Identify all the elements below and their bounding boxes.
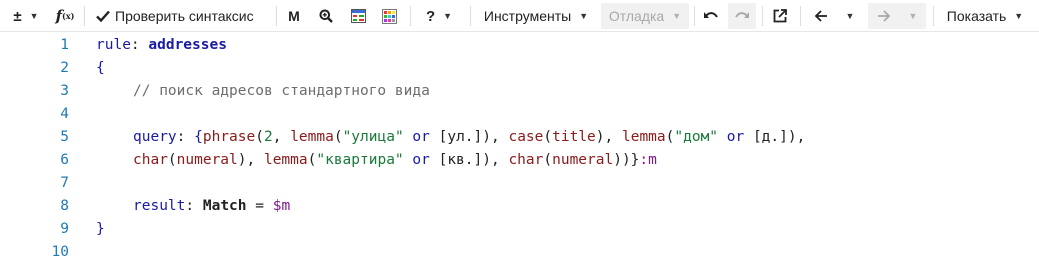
show-label: Показать bbox=[946, 8, 1007, 24]
line-number: 4 bbox=[60, 106, 69, 122]
chevron-down-icon: ▼ bbox=[29, 11, 39, 21]
checkmark-icon bbox=[96, 10, 110, 22]
editor-toolbar: ± ▼ ff(x)(x) Проверить синтаксис M bbox=[0, 0, 1039, 32]
search-zoom-icon bbox=[319, 9, 333, 23]
code-text: char(numeral), lemma("квартира" or [кв.]… bbox=[133, 152, 657, 168]
debug-label: Отладка bbox=[608, 8, 665, 24]
line-number: 2 bbox=[60, 60, 69, 76]
back-dropdown[interactable]: ▼ bbox=[806, 0, 862, 32]
code-line: 9 } bbox=[0, 218, 1039, 241]
tools-label: Инструменты bbox=[483, 8, 572, 24]
code-line: 4 bbox=[0, 103, 1039, 126]
code-line: 6 char(numeral), lemma("квартира" or [кв… bbox=[0, 149, 1039, 172]
code-line: 3 // поиск адресов стандартного вида bbox=[0, 80, 1039, 103]
redo-icon bbox=[734, 10, 750, 22]
redo-button[interactable] bbox=[728, 3, 756, 29]
help-dropdown[interactable]: ? ▼ bbox=[418, 0, 460, 32]
toolbar-divider bbox=[933, 6, 934, 26]
line-number: 7 bbox=[60, 175, 69, 191]
show-dropdown[interactable]: Показать ▼ bbox=[938, 0, 1032, 32]
m-label: M bbox=[288, 8, 300, 24]
insert-dropdown[interactable]: ± ▼ bbox=[6, 0, 46, 32]
toolbar-divider bbox=[410, 6, 411, 26]
check-syntax-button[interactable]: Проверить синтаксис bbox=[92, 0, 268, 32]
toolbar-divider bbox=[276, 6, 277, 26]
arrow-right-icon bbox=[877, 10, 891, 22]
toolbar-divider bbox=[694, 6, 695, 26]
code-line: 2 { bbox=[0, 57, 1039, 80]
function-icon: ff(x)(x) bbox=[55, 7, 75, 25]
chevron-down-icon: ▼ bbox=[908, 11, 918, 21]
chevron-down-icon: ▼ bbox=[579, 11, 589, 21]
code-text: { bbox=[96, 60, 105, 76]
code-comment: // поиск адресов стандартного вида bbox=[133, 83, 430, 99]
code-line: 10 bbox=[0, 241, 1039, 264]
grid-color-icon bbox=[350, 9, 366, 23]
external-link-icon bbox=[773, 9, 787, 23]
toolbar-divider bbox=[800, 6, 801, 26]
line-number: 5 bbox=[60, 129, 69, 145]
line-number: 8 bbox=[60, 198, 69, 214]
line-number: 3 bbox=[60, 83, 69, 99]
code-text: result: Match = $m bbox=[133, 198, 291, 214]
help-icon: ? bbox=[425, 7, 436, 25]
function-button[interactable]: ff(x)(x) bbox=[52, 0, 78, 32]
toolbar-divider bbox=[84, 6, 85, 26]
code-editor[interactable]: 1 rule: addresses 2 { 3 // поиск адресов… bbox=[0, 34, 1039, 268]
code-text: rule: addresses bbox=[96, 37, 227, 53]
code-line: 5 query: {phrase(2, lemma("улица" or [ул… bbox=[0, 126, 1039, 149]
toolbar-divider bbox=[470, 6, 471, 26]
chevron-down-icon: ▼ bbox=[672, 11, 682, 21]
check-syntax-label: Проверить синтаксис bbox=[115, 8, 254, 24]
line-number: 10 bbox=[51, 244, 69, 260]
tools-dropdown[interactable]: Инструменты ▼ bbox=[476, 0, 596, 32]
code-line: 1 rule: addresses bbox=[0, 34, 1039, 57]
code-line: 8 result: Match = $m bbox=[0, 195, 1039, 218]
debug-dropdown[interactable]: Отладка ▼ bbox=[601, 3, 689, 29]
palette-icon bbox=[381, 8, 397, 24]
chevron-down-icon: ▼ bbox=[845, 11, 855, 21]
line-number: 1 bbox=[60, 37, 69, 53]
zoom-search-button[interactable] bbox=[314, 0, 338, 32]
arrow-left-icon bbox=[814, 10, 828, 22]
line-number: 9 bbox=[60, 221, 69, 237]
line-number: 6 bbox=[60, 152, 69, 168]
palette-button[interactable] bbox=[377, 0, 401, 32]
chevron-down-icon: ▼ bbox=[1014, 11, 1024, 21]
grid-color-button[interactable] bbox=[346, 0, 370, 32]
code-text: query: {phrase(2, lemma("улица" or [ул.]… bbox=[133, 129, 806, 145]
m-button[interactable]: M bbox=[282, 0, 306, 32]
code-text: } bbox=[96, 221, 105, 237]
forward-dropdown[interactable]: ▼ bbox=[868, 3, 926, 29]
code-line: 7 bbox=[0, 172, 1039, 195]
plus-minus-icon: ± bbox=[13, 7, 22, 25]
chevron-down-icon: ▼ bbox=[443, 11, 453, 21]
open-external-button[interactable] bbox=[767, 0, 793, 32]
undo-icon bbox=[703, 10, 719, 22]
undo-button[interactable] bbox=[698, 0, 724, 32]
toolbar-divider bbox=[762, 6, 763, 26]
